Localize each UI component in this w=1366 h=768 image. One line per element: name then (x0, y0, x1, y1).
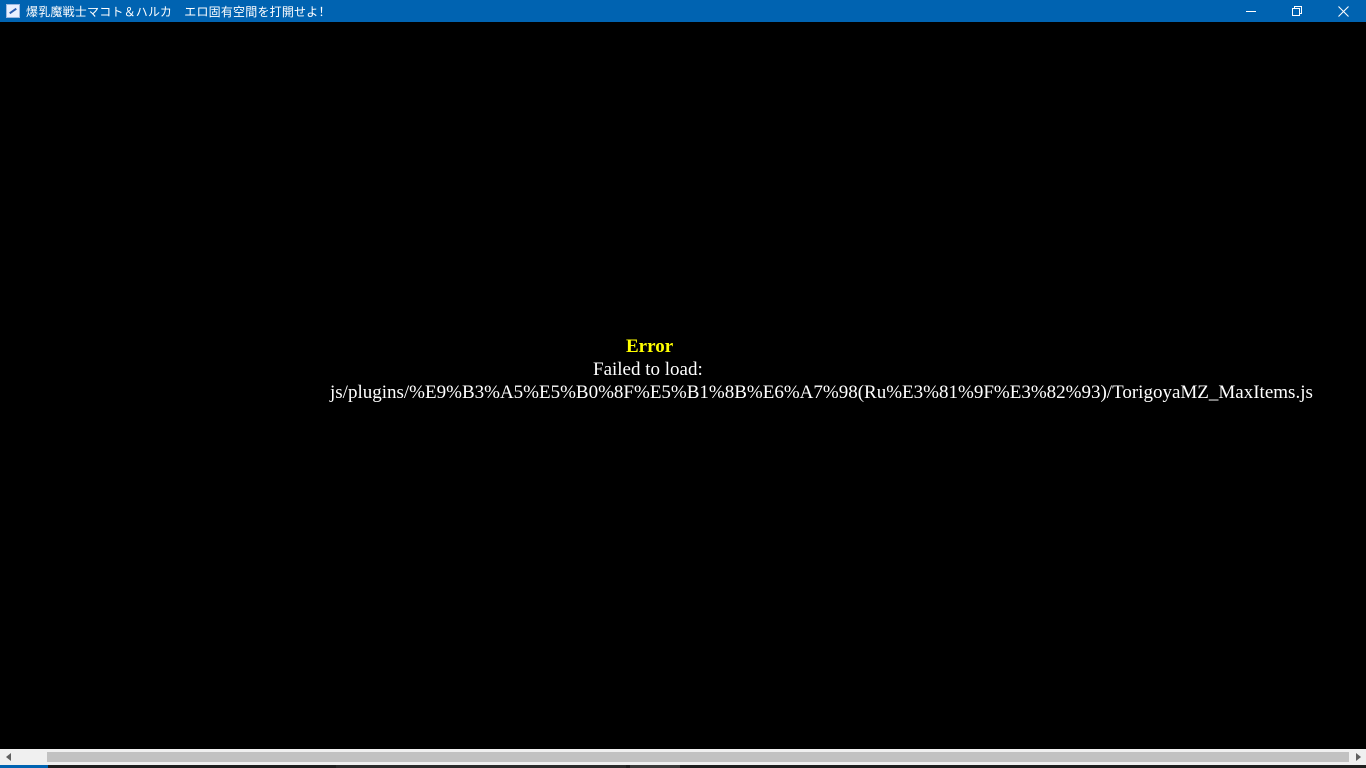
window-title: 爆乳魔戦士マコト＆ハルカ エロ固有空間を打開せよ！ (26, 4, 331, 19)
app-icon[interactable] (6, 4, 20, 18)
scroll-left-arrow-icon (5, 753, 11, 761)
minimize-icon (1246, 11, 1256, 12)
game-window: 爆乳魔戦士マコト＆ハルカ エロ固有空間を打開せよ！ Error Failed t… (0, 0, 1366, 768)
error-title: Error (626, 336, 674, 357)
scroll-right-arrow-icon (1355, 753, 1361, 761)
minimize-button[interactable] (1228, 0, 1274, 22)
caption-buttons (1228, 0, 1366, 22)
scrollbar-thumb[interactable] (47, 752, 1349, 762)
restore-icon (1292, 6, 1302, 16)
horizontal-scrollbar[interactable] (0, 749, 1366, 765)
error-path: js/plugins/%E9%B3%A5%E5%B0%8F%E5%B1%8B%E… (330, 382, 1313, 403)
restore-button[interactable] (1274, 0, 1320, 22)
error-text: Failed to load: (593, 359, 703, 380)
title-bar[interactable]: 爆乳魔戦士マコト＆ハルカ エロ固有空間を打開せよ！ (0, 0, 1366, 22)
scroll-right-button[interactable] (1349, 749, 1366, 765)
scroll-left-button[interactable] (0, 749, 17, 765)
close-icon (1337, 5, 1349, 17)
close-button[interactable] (1320, 0, 1366, 22)
game-canvas[interactable]: Error Failed to load: js/plugins/%E9%B3%… (0, 22, 1366, 749)
